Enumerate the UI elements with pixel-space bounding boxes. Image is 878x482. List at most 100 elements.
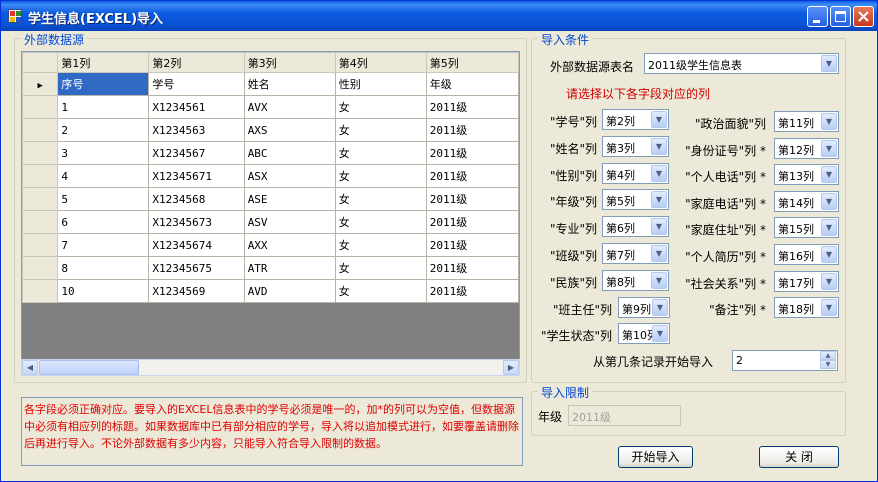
grid-cell[interactable]: 6	[57, 210, 150, 234]
table-row[interactable]: 10 X1234569 AVD 女 2011级	[22, 279, 519, 303]
field-mapping-select[interactable]: 第9列 ▼	[618, 296, 670, 318]
table-row[interactable]: 2 X1234563 AXS 女 2011级	[22, 118, 519, 142]
table-row[interactable]: 6 X12345673 ASV 女 2011级	[22, 210, 519, 234]
chevron-down-icon[interactable]: ▼	[821, 139, 837, 157]
row-header[interactable]	[22, 187, 59, 211]
grid-cell[interactable]: X12345674	[148, 233, 245, 257]
field-mapping-select[interactable]: 第8列 ▼	[602, 269, 669, 291]
grid-cell[interactable]: X12345671	[148, 164, 245, 188]
title-bar[interactable]: 学生信息(EXCEL)导入	[1, 1, 877, 31]
column-header[interactable]: 第3列	[243, 52, 336, 73]
field-mapping-select[interactable]: 第14列 ▼	[774, 190, 839, 212]
scroll-thumb[interactable]	[39, 360, 139, 375]
table-row[interactable]: 8 X12345675 ATR 女 2011级	[22, 256, 519, 280]
grid-cell[interactable]: 女	[334, 279, 427, 303]
row-header[interactable]	[22, 279, 59, 303]
grid-corner-header[interactable]	[22, 52, 59, 73]
grid-cell[interactable]: 性别	[334, 72, 427, 96]
grid-cell[interactable]: X1234568	[148, 187, 245, 211]
grid-cell[interactable]: ASV	[243, 210, 336, 234]
chevron-down-icon[interactable]: ▼	[651, 218, 667, 236]
grid-cell[interactable]: 女	[334, 210, 427, 234]
grid-cell[interactable]: ASX	[243, 164, 336, 188]
field-mapping-select[interactable]: 第6列 ▼	[602, 216, 669, 238]
start-record-spinner[interactable]: 2 ▲ ▼	[732, 350, 838, 371]
grid-cell[interactable]: 女	[334, 118, 427, 142]
table-name-select[interactable]: 2011级学生信息表 ▼	[644, 53, 839, 74]
chevron-down-icon[interactable]: ▼	[652, 325, 668, 343]
field-mapping-select[interactable]: 第17列 ▼	[774, 270, 839, 292]
close-button[interactable]: 关 闭	[759, 446, 839, 468]
table-row[interactable]: 1 X1234561 AVX 女 2011级	[22, 95, 519, 119]
grid-cell[interactable]: 2011级	[425, 256, 519, 280]
field-mapping-select[interactable]: 第18列 ▼	[774, 297, 839, 319]
grid-cell[interactable]: ATR	[243, 256, 336, 280]
field-mapping-select[interactable]: 第2列 ▼	[602, 109, 669, 130]
chevron-down-icon[interactable]: ▼	[651, 137, 667, 155]
column-header[interactable]: 第5列	[425, 52, 519, 73]
grid-cell[interactable]: 2011级	[425, 210, 519, 234]
spin-down-icon[interactable]: ▼	[820, 360, 836, 369]
chevron-down-icon[interactable]: ▼	[651, 164, 667, 182]
column-header[interactable]: 第4列	[334, 52, 427, 73]
field-mapping-select[interactable]: 第15列 ▼	[774, 217, 839, 239]
grid-cell[interactable]: X1234561	[148, 95, 245, 119]
grid-cell[interactable]: 7	[57, 233, 150, 257]
grid-cell[interactable]: ASE	[243, 187, 336, 211]
grid-cell[interactable]: AXX	[243, 233, 336, 257]
row-header[interactable]: ▶	[22, 72, 59, 96]
field-mapping-select[interactable]: 第16列 ▼	[774, 244, 839, 265]
grid-cell[interactable]: 10	[57, 279, 150, 303]
chevron-down-icon[interactable]: ▼	[821, 272, 837, 290]
chevron-down-icon[interactable]: ▼	[821, 192, 837, 210]
table-row[interactable]: 5 X1234568 ASE 女 2011级	[22, 187, 519, 211]
chevron-down-icon[interactable]: ▼	[821, 113, 837, 130]
row-header[interactable]	[22, 210, 59, 234]
chevron-down-icon[interactable]: ▼	[821, 55, 837, 72]
field-mapping-select[interactable]: 第7列 ▼	[602, 243, 669, 264]
chevron-down-icon[interactable]: ▼	[821, 219, 837, 237]
grid-cell[interactable]: 4	[57, 164, 150, 188]
grid-cell[interactable]: 女	[334, 141, 427, 165]
grid-cell[interactable]: X12345673	[148, 210, 245, 234]
minimize-button[interactable]	[807, 6, 828, 27]
grid-cell[interactable]: 2011级	[425, 164, 519, 188]
grid-cell[interactable]: X1234569	[148, 279, 245, 303]
grid-cell[interactable]: 2011级	[425, 187, 519, 211]
field-mapping-select[interactable]: 第4列 ▼	[602, 162, 669, 184]
grid-cell[interactable]: 年级	[425, 72, 519, 96]
chevron-down-icon[interactable]: ▼	[651, 245, 667, 262]
row-header[interactable]	[22, 256, 59, 280]
field-mapping-select[interactable]: 第5列 ▼	[602, 189, 669, 211]
row-header[interactable]	[22, 164, 59, 188]
chevron-down-icon[interactable]: ▼	[821, 299, 837, 317]
close-window-button[interactable]	[853, 6, 874, 27]
scroll-right-button[interactable]: ▶	[503, 360, 519, 375]
table-row[interactable]: 3 X1234567 ABC 女 2011级	[22, 141, 519, 165]
field-mapping-select[interactable]: 第10列 ▼	[618, 323, 670, 345]
grid-cell[interactable]: 3	[57, 141, 150, 165]
grid-cell[interactable]: 1	[57, 95, 150, 119]
table-row[interactable]: 4 X12345671 ASX 女 2011级	[22, 164, 519, 188]
grid-cell[interactable]: 女	[334, 233, 427, 257]
row-header[interactable]	[22, 141, 59, 165]
maximize-button[interactable]	[830, 6, 851, 27]
grid-cell[interactable]: 姓名	[243, 72, 336, 96]
grid-cell[interactable]: AXS	[243, 118, 336, 142]
grid-cell[interactable]: 女	[334, 164, 427, 188]
grid-cell[interactable]: 2011级	[425, 118, 519, 142]
start-import-button[interactable]: 开始导入	[618, 446, 693, 468]
scroll-left-button[interactable]: ◀	[22, 360, 38, 375]
grid-cell[interactable]: 女	[334, 187, 427, 211]
grid-cell[interactable]: 2011级	[425, 95, 519, 119]
chevron-down-icon[interactable]: ▼	[821, 166, 837, 184]
chevron-down-icon[interactable]: ▼	[651, 191, 667, 209]
field-mapping-select[interactable]: 第11列 ▼	[774, 111, 839, 132]
data-grid[interactable]: 第1列 第2列 第3列 第4列 第5列 ▶ 序号 学号 姓名 性别 年级 1 X1234561…	[21, 51, 520, 376]
grid-cell[interactable]: 2	[57, 118, 150, 142]
column-header[interactable]: 第2列	[148, 52, 245, 73]
chevron-down-icon[interactable]: ▼	[651, 271, 667, 289]
grid-cell[interactable]: ABC	[243, 141, 336, 165]
field-mapping-select[interactable]: 第13列 ▼	[774, 164, 839, 186]
field-mapping-select[interactable]: 第12列 ▼	[774, 137, 839, 159]
